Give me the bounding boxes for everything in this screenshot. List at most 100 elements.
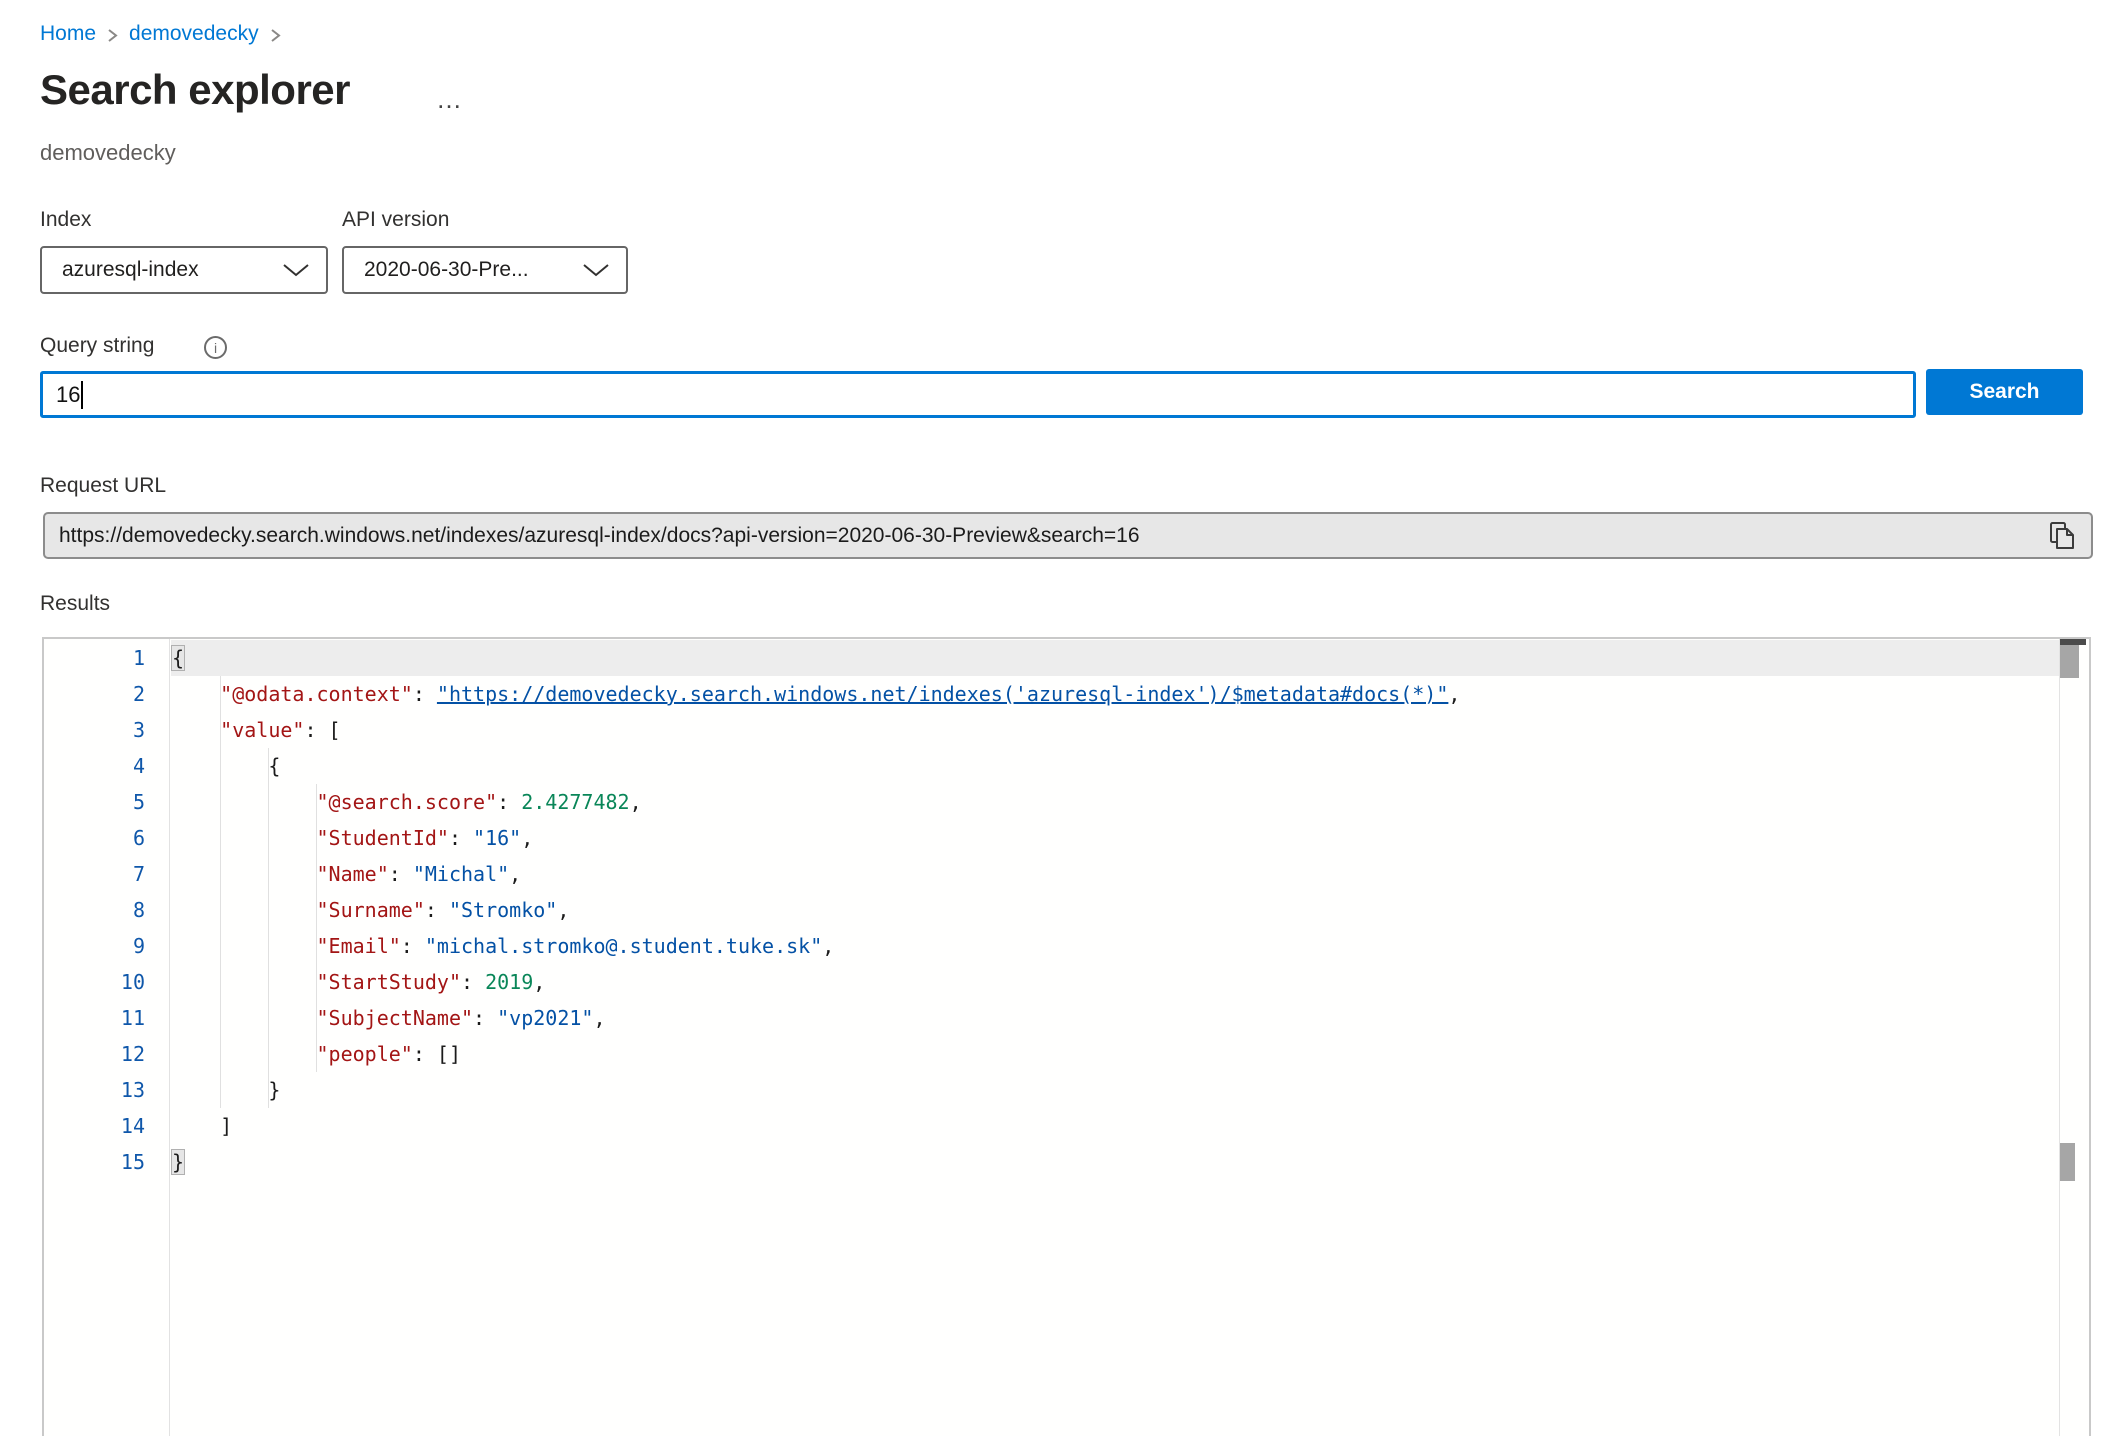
breadcrumb-home-link[interactable]: Home	[40, 22, 96, 46]
code-token: {	[172, 646, 184, 670]
query-string-label: Query string	[40, 334, 154, 358]
line-number: 14	[44, 1108, 169, 1144]
code-line[interactable]: }	[172, 1144, 2055, 1180]
query-input[interactable]: 16	[40, 371, 1916, 418]
code-token: "16"	[473, 826, 521, 850]
code-line[interactable]: }	[172, 1072, 2055, 1108]
breadcrumb: Home demovedecky	[40, 22, 282, 46]
code-token: ]	[172, 1114, 232, 1138]
code-token: : [	[304, 718, 340, 742]
code-token: :	[449, 826, 473, 850]
code-token: :	[473, 1006, 497, 1030]
line-number: 11	[44, 1000, 169, 1036]
code-line[interactable]: "Surname": "Stromko",	[172, 892, 2055, 928]
code-token: "Surname"	[317, 898, 425, 922]
code-token: : []	[413, 1042, 461, 1066]
code-line[interactable]: "@search.score": 2.4277482,	[172, 784, 2055, 820]
line-number: 12	[44, 1036, 169, 1072]
code-token: "people"	[317, 1042, 413, 1066]
code-token: ,	[557, 898, 569, 922]
query-input-value: 16	[56, 382, 80, 408]
code-line[interactable]: ]	[172, 1108, 2055, 1144]
page-title: Search explorer	[40, 66, 350, 114]
line-number: 6	[44, 820, 169, 856]
code-token: }	[172, 1150, 184, 1174]
code-line[interactable]: "StudentId": "16",	[172, 820, 2055, 856]
code-token: "SubjectName"	[317, 1006, 474, 1030]
code-line[interactable]: "@odata.context": "https://demovedecky.s…	[172, 676, 2055, 712]
code-token	[172, 790, 317, 814]
code-token: :	[413, 682, 437, 706]
chevron-right-icon	[269, 27, 282, 44]
copy-icon[interactable]	[2047, 520, 2077, 552]
line-number: 13	[44, 1072, 169, 1108]
code-token	[172, 862, 317, 886]
code-token: "value"	[220, 718, 304, 742]
info-icon[interactable]: i	[204, 336, 227, 359]
api-version-label: API version	[342, 208, 449, 232]
code-line[interactable]: "people": []	[172, 1036, 2055, 1072]
code-token: {	[172, 754, 280, 778]
code-token: ,	[593, 1006, 605, 1030]
code-token: :	[461, 970, 485, 994]
line-number: 15	[44, 1144, 169, 1180]
code-token: "@search.score"	[317, 790, 498, 814]
code-token: ,	[1448, 682, 1460, 706]
code-token: "Email"	[317, 934, 401, 958]
code-line[interactable]: {	[172, 640, 2055, 676]
code-token	[172, 970, 317, 994]
line-number: 1	[44, 640, 169, 676]
code-token: ,	[533, 970, 545, 994]
code-token: "StartStudy"	[317, 970, 462, 994]
code-token	[172, 898, 317, 922]
code-token: :	[497, 790, 521, 814]
line-number: 3	[44, 712, 169, 748]
search-button[interactable]: Search	[1926, 369, 2083, 415]
code-token: }	[172, 1078, 280, 1102]
code-token	[172, 934, 317, 958]
line-number: 4	[44, 748, 169, 784]
results-json-editor[interactable]: 123456789101112131415 { "@odata.context"…	[42, 637, 2091, 1436]
code-lines[interactable]: { "@odata.context": "https://demovedecky…	[172, 640, 2055, 1180]
code-line[interactable]: "Email": "michal.stromko@.student.tuke.s…	[172, 928, 2055, 964]
index-select[interactable]: azuresql-index	[40, 246, 328, 294]
scrollbar-thumb[interactable]	[2060, 645, 2079, 678]
line-number: 8	[44, 892, 169, 928]
more-options-button[interactable]: …	[436, 84, 463, 115]
chevron-down-icon	[582, 262, 610, 278]
code-token: :	[389, 862, 413, 886]
code-token: 2.4277482	[521, 790, 629, 814]
code-token: :	[401, 934, 425, 958]
code-token: "Michal"	[413, 862, 509, 886]
code-token: ,	[630, 790, 642, 814]
code-token: "Stromko"	[449, 898, 557, 922]
code-token: "@odata.context"	[220, 682, 413, 706]
scrollbar-track	[2059, 639, 2060, 1436]
code-line[interactable]: "Name": "Michal",	[172, 856, 2055, 892]
scrollbar-thumb[interactable]	[2060, 1143, 2075, 1181]
code-token: ,	[509, 862, 521, 886]
code-token: ,	[521, 826, 533, 850]
code-token	[172, 718, 220, 742]
breadcrumb-demovedecky-link[interactable]: demovedecky	[129, 22, 259, 46]
code-line[interactable]: "value": [	[172, 712, 2055, 748]
page-subtitle: demovedecky	[40, 140, 176, 166]
code-token	[172, 1006, 317, 1030]
code-line[interactable]: {	[172, 748, 2055, 784]
request-url-bar[interactable]: https://demovedecky.search.windows.net/i…	[43, 512, 2093, 559]
code-token: "StudentId"	[317, 826, 449, 850]
code-line[interactable]: "StartStudy": 2019,	[172, 964, 2055, 1000]
chevron-right-icon	[106, 27, 119, 44]
code-token	[172, 682, 220, 706]
line-number: 5	[44, 784, 169, 820]
line-number: 10	[44, 964, 169, 1000]
code-token	[172, 1042, 317, 1066]
api-version-select[interactable]: 2020-06-30-Pre...	[342, 246, 628, 294]
odata-context-link[interactable]: "https://demovedecky.search.windows.net/…	[437, 682, 1448, 706]
code-token	[172, 826, 317, 850]
line-number: 7	[44, 856, 169, 892]
request-url-label: Request URL	[40, 474, 166, 498]
code-token: "Name"	[317, 862, 389, 886]
api-version-select-value: 2020-06-30-Pre...	[364, 258, 529, 282]
code-line[interactable]: "SubjectName": "vp2021",	[172, 1000, 2055, 1036]
